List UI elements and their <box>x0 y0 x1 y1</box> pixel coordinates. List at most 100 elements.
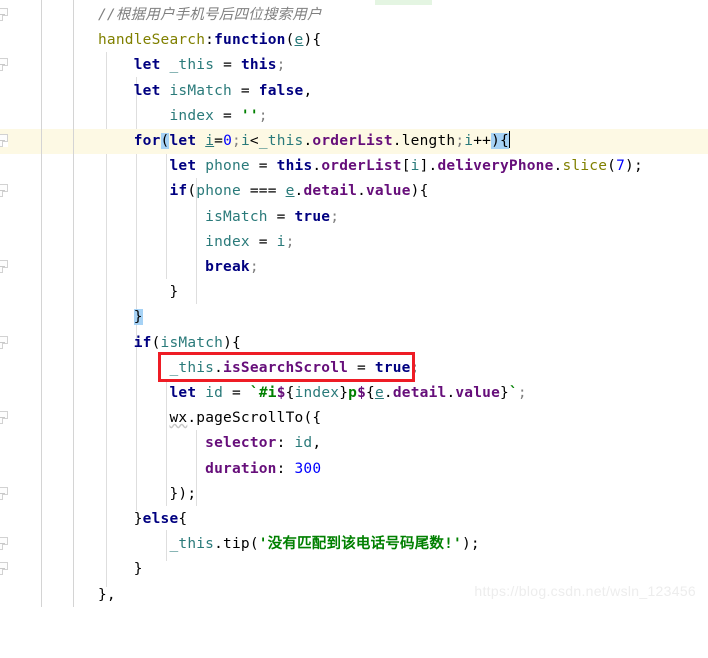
token-variable: i <box>240 133 250 149</box>
token-number: 300 <box>294 460 322 477</box>
token-variable: id <box>205 385 224 401</box>
fold-marker-icon[interactable] <box>0 335 8 349</box>
token-variable: i <box>464 133 474 149</box>
token-property: isSearchScroll <box>223 359 349 376</box>
fold-marker-icon[interactable] <box>0 486 8 500</box>
token-punct: . <box>357 183 366 200</box>
token-variable: i <box>276 233 286 250</box>
code-line[interactable]: break; <box>0 255 708 280</box>
token-variable: id <box>294 435 313 452</box>
fold-marker-icon[interactable] <box>0 537 8 551</box>
token-punct: $ <box>276 385 286 401</box>
code-line[interactable]: handleSearch:function(e){ <box>0 28 708 53</box>
code-line[interactable]: _this.tip('没有匹配到该电话号码尾数!'); <box>0 532 708 557</box>
gutter-divider-left <box>41 0 42 607</box>
code-line[interactable]: if(isMatch){ <box>0 331 708 356</box>
fold-marker-icon[interactable] <box>0 58 8 72</box>
token-property: length <box>401 133 456 149</box>
token-variable: phone <box>196 183 241 200</box>
code-line[interactable]: duration: 300 <box>0 457 708 482</box>
fold-marker-icon[interactable] <box>0 562 8 576</box>
token-punct: } <box>169 284 179 301</box>
code-line-annotated[interactable]: _this.isSearchScroll = true; <box>0 356 708 381</box>
token-variable: isMatch <box>160 334 224 351</box>
code-line[interactable]: isMatch = true; <box>0 205 708 230</box>
token-keyword: true <box>374 359 411 376</box>
fold-marker-icon[interactable] <box>0 8 8 21</box>
token-variable: index <box>205 233 250 250</box>
token-keyword: let <box>169 133 197 149</box>
code-line-active[interactable]: for(let i=0;i<_this.orderList.length;i++… <box>0 129 708 155</box>
fold-marker-icon[interactable] <box>0 411 8 425</box>
token-punct: , <box>303 82 313 99</box>
token-punct: ; <box>517 385 527 401</box>
token-punct: ( <box>187 183 197 200</box>
token-punct: = <box>276 208 286 225</box>
token-punct: { <box>178 511 188 527</box>
code-line[interactable]: let isMatch = false, <box>0 79 708 104</box>
token-punct: } <box>339 385 349 401</box>
token-punct: ; <box>330 208 340 225</box>
token-keyword: let <box>133 82 161 99</box>
token-keyword: let <box>169 385 197 401</box>
code-editor[interactable]: //根据用户手机号后四位搜索用户 handleSearch:function(e… <box>0 0 708 607</box>
token-variable: i <box>205 133 215 149</box>
token-bracket-match: } <box>133 309 143 326</box>
code-line[interactable]: }); <box>0 482 708 507</box>
token-property: detail <box>392 385 447 401</box>
code-line[interactable]: let _this = this; <box>0 53 708 78</box>
code-line[interactable]: let id = `#i${index}p${e.detail.value}`; <box>0 381 708 406</box>
token-punct: }); <box>169 485 197 502</box>
token-keyword: false <box>258 82 304 99</box>
code-line[interactable]: if(phone === e.detail.value){ <box>0 179 708 204</box>
token-variable: _this <box>169 536 215 553</box>
code-line[interactable]: wx.pageScrollTo({ <box>0 406 708 431</box>
token-property: orderList <box>321 158 402 175</box>
token-keyword: this <box>240 57 277 74</box>
fold-marker-icon[interactable] <box>0 260 8 273</box>
token-punct: : <box>276 435 286 452</box>
code-content[interactable]: //根据用户手机号后四位搜索用户 handleSearch:function(e… <box>0 0 708 608</box>
token-punct: ]. <box>419 158 438 175</box>
code-line[interactable]: selector: id, <box>0 431 708 456</box>
code-line[interactable]: index = i; <box>0 230 708 255</box>
token-variable: phone <box>205 158 250 175</box>
token-backtick: ` <box>249 385 259 401</box>
token-punct: . <box>214 536 224 553</box>
token-punct: ; <box>258 107 268 124</box>
token-punct: . <box>312 158 322 175</box>
token-keyword: if <box>133 334 152 351</box>
token-punct: } <box>500 385 509 401</box>
code-line[interactable]: //根据用户手机号后四位搜索用户 <box>0 3 708 28</box>
token-punct: } <box>133 561 143 578</box>
token-punct: = <box>240 82 250 99</box>
fold-marker-icon[interactable] <box>0 184 8 198</box>
token-punct: < <box>249 133 259 149</box>
code-line[interactable]: }else{ <box>0 507 708 532</box>
token-punct: ){ <box>303 32 322 49</box>
token-punct: . <box>187 410 197 427</box>
token-keyword: if <box>169 183 188 200</box>
token-keyword: break <box>205 259 250 275</box>
token-punct: ); <box>461 536 480 553</box>
code-line[interactable]: index = ''; <box>0 104 708 129</box>
token-variable: index <box>294 385 340 401</box>
token-punct: ; <box>249 259 259 275</box>
token-keyword: else <box>142 511 179 527</box>
token-punct: }, <box>98 586 116 603</box>
token-property: selector <box>205 435 277 452</box>
code-line[interactable]: } <box>0 305 708 330</box>
token-number: 0 <box>223 133 233 149</box>
token-variable: _this <box>258 133 304 149</box>
code-line[interactable]: let phone = this.orderList[i].deliveryPh… <box>0 154 708 179</box>
token-punct: $ <box>357 385 367 401</box>
token-number: 7 <box>616 158 626 175</box>
code-line[interactable]: } <box>0 557 708 582</box>
token-backtick: ` <box>508 385 518 401</box>
token-punct: = <box>232 385 241 401</box>
code-line[interactable]: } <box>0 280 708 305</box>
token-bracket-match: ) <box>491 133 501 149</box>
token-property: detail <box>303 183 358 200</box>
fold-marker-icon[interactable] <box>0 134 8 147</box>
token-comment: //根据用户手机号后四位搜索用户 <box>98 7 322 23</box>
